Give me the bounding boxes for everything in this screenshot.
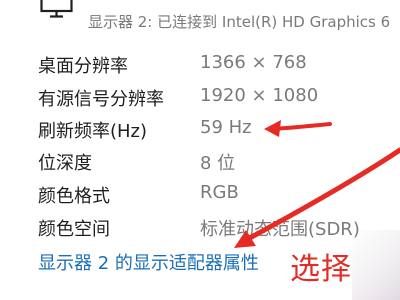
info-value: 8 位	[200, 153, 236, 174]
info-value: 1920 × 1080	[200, 85, 319, 106]
annotation-select-text: 选择	[290, 252, 352, 287]
info-row-color-format: 颜色格式 RGB	[38, 182, 400, 212]
info-value: 1366 × 768	[200, 52, 307, 73]
info-row-color-space: 颜色空间 标准动态范围(SDR)	[38, 215, 400, 245]
info-value: RGB	[200, 182, 239, 203]
monitor-icon	[40, 0, 73, 18]
info-label: 有源信号分辨率	[38, 89, 164, 110]
corner-shadow	[352, 230, 400, 300]
info-row-bit-depth: 位深度 8 位	[38, 149, 400, 179]
info-value: 标准动态范围(SDR)	[200, 219, 360, 240]
display-adapter-properties-link[interactable]: 显示器 2 的显示适配器属性	[38, 249, 259, 275]
info-value: 59 Hz	[200, 117, 252, 138]
info-label: 位深度	[38, 153, 92, 174]
info-label: 颜色格式	[38, 186, 110, 207]
info-row-active-signal-resolution: 有源信号分辨率 1920 × 1080	[38, 85, 400, 115]
info-row-desktop-resolution: 桌面分辨率 1366 × 768	[38, 52, 400, 82]
info-label: 刷新频率(Hz)	[38, 121, 148, 142]
info-row-refresh-rate: 刷新频率(Hz) 59 Hz	[38, 117, 400, 147]
display-info-panel: 显示器 2: 已连接到 Intel(R) HD Graphics 6 桌面分辨率…	[0, 0, 400, 300]
info-label: 桌面分辨率	[38, 56, 128, 77]
display-connection-text: 显示器 2: 已连接到 Intel(R) HD Graphics 6	[88, 13, 391, 31]
display-header: 显示器 2: 已连接到 Intel(R) HD Graphics 6	[0, 0, 400, 40]
info-label: 颜色空间	[38, 219, 110, 240]
